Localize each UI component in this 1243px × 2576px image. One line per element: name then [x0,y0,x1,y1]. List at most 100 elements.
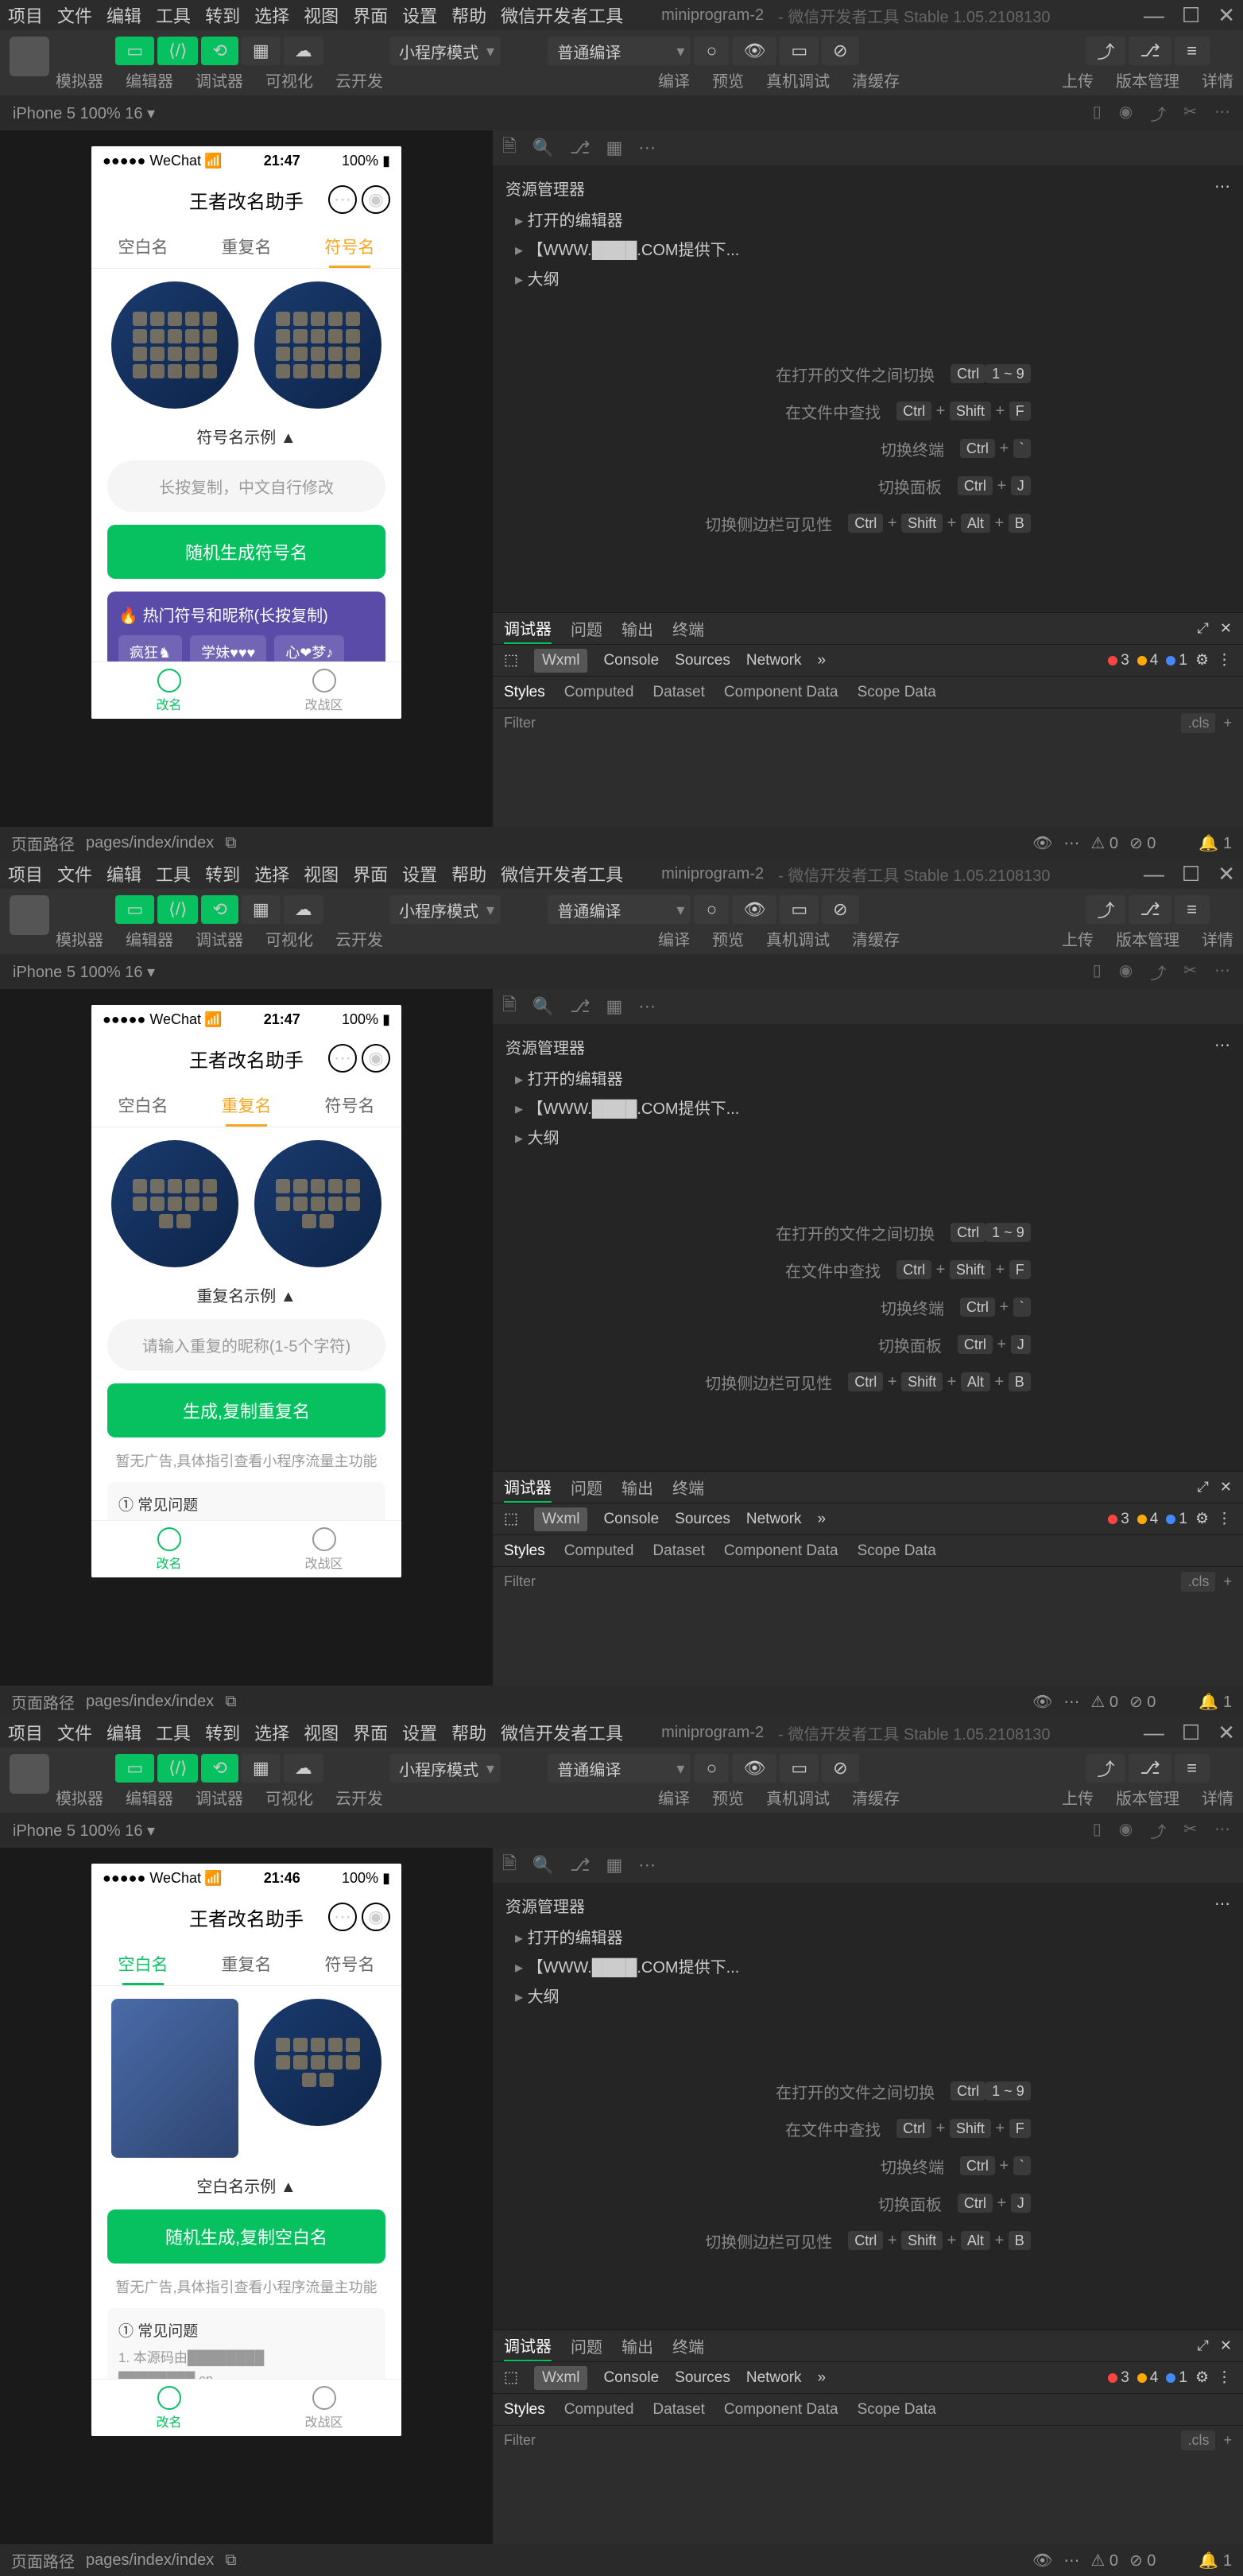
close-icon[interactable]: ✕ [1218,3,1235,28]
tree-item-1[interactable]: 【WWW.████.COM提供下... [493,1092,1243,1122]
menu-4[interactable]: 转到 [205,861,240,886]
upload-btn[interactable]: ⤴ [1086,1754,1125,1783]
device-icon-4[interactable]: ✂ [1183,102,1197,125]
dt-tab-3[interactable]: 终端 [672,614,704,643]
dt-tab-0[interactable]: 调试器 [504,613,552,644]
close-icon[interactable]: ✕ [1218,862,1235,886]
menu-9[interactable]: 帮助 [451,2,486,28]
compile-dropdown[interactable]: 普通编译 [548,37,691,65]
ext-icon[interactable]: ▦ [606,1855,622,1876]
menu-10[interactable]: 微信开发者工具 [501,2,623,28]
copy-path-icon[interactable]: ⧉ [225,2551,236,2570]
eye-icon[interactable]: 👁 [1032,1692,1052,1712]
dt-sub-1[interactable]: Console [603,652,659,669]
more-icon[interactable]: ⋯ [1063,1692,1079,1712]
phone-tab-0[interactable]: 空白名 [91,1942,195,1985]
menu-7[interactable]: 界面 [353,861,388,886]
editor-toggle[interactable]: ⟨/⟩ [157,895,198,924]
menu-5[interactable]: 选择 [254,861,289,886]
warn-count[interactable]: ⚠ 0 [1090,1692,1118,1712]
warn-badge[interactable]: 4 [1137,652,1159,669]
compile-dropdown[interactable]: 普通编译 [548,895,691,924]
phone-tab-2[interactable]: 符号名 [298,1942,401,1985]
bottom-nav-rename[interactable]: 改名 [91,662,246,719]
search-icon[interactable]: 🔍 [532,1855,554,1876]
menu-5[interactable]: 选择 [254,2,289,28]
visual-toggle[interactable]: ▦ [242,895,281,924]
dt-sub-4[interactable]: » [818,2369,827,2387]
tree-item-0[interactable]: 打开的编辑器 [493,1063,1243,1092]
cloud-toggle[interactable]: ☁ [284,37,323,65]
more-icon[interactable]: ⋯ [638,1855,656,1876]
remote-debug-btn[interactable]: ▭ [780,1754,819,1783]
device-icon-5[interactable]: ⋯ [1214,960,1230,983]
visual-toggle[interactable]: ▦ [242,1754,281,1783]
dt-sub-3[interactable]: Network [746,652,802,669]
menu-5[interactable]: 选择 [254,1720,289,1745]
ext-icon[interactable]: ▦ [606,996,622,1017]
warn-count[interactable]: ⚠ 0 [1090,833,1118,853]
inspect-icon[interactable]: ⬚ [504,2368,518,2387]
warn-badge[interactable]: 4 [1137,2369,1159,2387]
menu-2[interactable]: 编辑 [106,861,141,886]
clear-cache-btn[interactable]: ⊘ [822,895,858,924]
menu-0[interactable]: 项目 [8,2,43,28]
menu-7[interactable]: 界面 [353,2,388,28]
panel-1[interactable]: Computed [564,1542,634,1560]
panel-1[interactable]: Computed [564,2401,634,2419]
avatar[interactable] [10,1754,49,1794]
menu-8[interactable]: 设置 [402,1720,437,1745]
device-icon-2[interactable]: ◉ [1119,102,1133,125]
branch-icon[interactable]: ⎇ [570,1855,590,1876]
menu-9[interactable]: 帮助 [451,1720,486,1745]
dt-sub-1[interactable]: Console [603,1511,659,1528]
expand-icon[interactable]: ⤢ [1198,620,1209,637]
dt-sub-0[interactable]: Wxml [534,1507,587,1531]
upload-btn[interactable]: ⤴ [1086,37,1125,65]
device-icon-2[interactable]: ◉ [1119,960,1133,983]
remote-debug-btn[interactable]: ▭ [780,37,819,65]
version-btn[interactable]: ⎇ [1129,895,1171,924]
panel-0[interactable]: Styles [504,1542,545,1560]
menu-7[interactable]: 界面 [353,1720,388,1745]
dt-sub-2[interactable]: Sources [675,2369,730,2387]
dt-tab-1[interactable]: 问题 [571,1472,602,1502]
menu-3[interactable]: 工具 [156,861,191,886]
page-path[interactable]: pages/index/index [86,834,214,852]
more-icon[interactable]: ⋮ [1217,1510,1232,1528]
info-badge[interactable]: 1 [1166,2369,1187,2387]
bottom-nav-zone[interactable]: 改战区 [246,2380,401,2436]
page-path[interactable]: pages/index/index [86,2551,214,2570]
simulator-toggle[interactable]: ▭ [115,37,154,65]
panel-0[interactable]: Styles [504,2401,545,2419]
menu-0[interactable]: 项目 [8,861,43,886]
simulator-toggle[interactable]: ▭ [115,1754,154,1783]
gear-icon[interactable]: ⚙ [1195,1510,1209,1528]
page-path[interactable]: pages/index/index [86,1693,214,1711]
panel-3[interactable]: Component Data [724,1542,838,1560]
menu-1[interactable]: 文件 [57,2,92,28]
device-selector[interactable]: iPhone 5 100% 16 ▾ [13,1821,155,1841]
maximize-icon[interactable]: ☐ [1182,862,1200,886]
capsule-more-icon[interactable]: ⋯ [328,1044,357,1073]
generate-button[interactable]: 随机生成,复制空白名 [107,2209,385,2264]
eye-icon[interactable]: 👁 [1032,833,1052,853]
debugger-toggle[interactable]: ⟲ [201,1754,238,1783]
clear-cache-btn[interactable]: ⊘ [822,1754,858,1783]
branch-icon[interactable]: ⎇ [570,138,590,158]
cloud-toggle[interactable]: ☁ [284,895,323,924]
maximize-icon[interactable]: ☐ [1182,1721,1200,1745]
warn-count[interactable]: ⚠ 0 [1090,2551,1118,2570]
more-icon[interactable]: ⋮ [1217,2368,1232,2387]
eye-icon[interactable]: 👁 [1032,2551,1052,2570]
device-icon-2[interactable]: ◉ [1119,1819,1133,1842]
panel-4[interactable]: Scope Data [858,2401,936,2419]
search-icon[interactable]: 🔍 [532,996,554,1017]
notif-icon[interactable]: 🔔 1 [1198,833,1232,853]
copy-path-icon[interactable]: ⧉ [225,834,236,852]
err-count[interactable]: ⊘ 0 [1129,1692,1156,1712]
menu-2[interactable]: 编辑 [106,1720,141,1745]
expand-icon[interactable]: ⤢ [1198,1479,1209,1496]
tree-item-0[interactable]: 打开的编辑器 [493,204,1243,234]
menu-6[interactable]: 视图 [304,861,339,886]
